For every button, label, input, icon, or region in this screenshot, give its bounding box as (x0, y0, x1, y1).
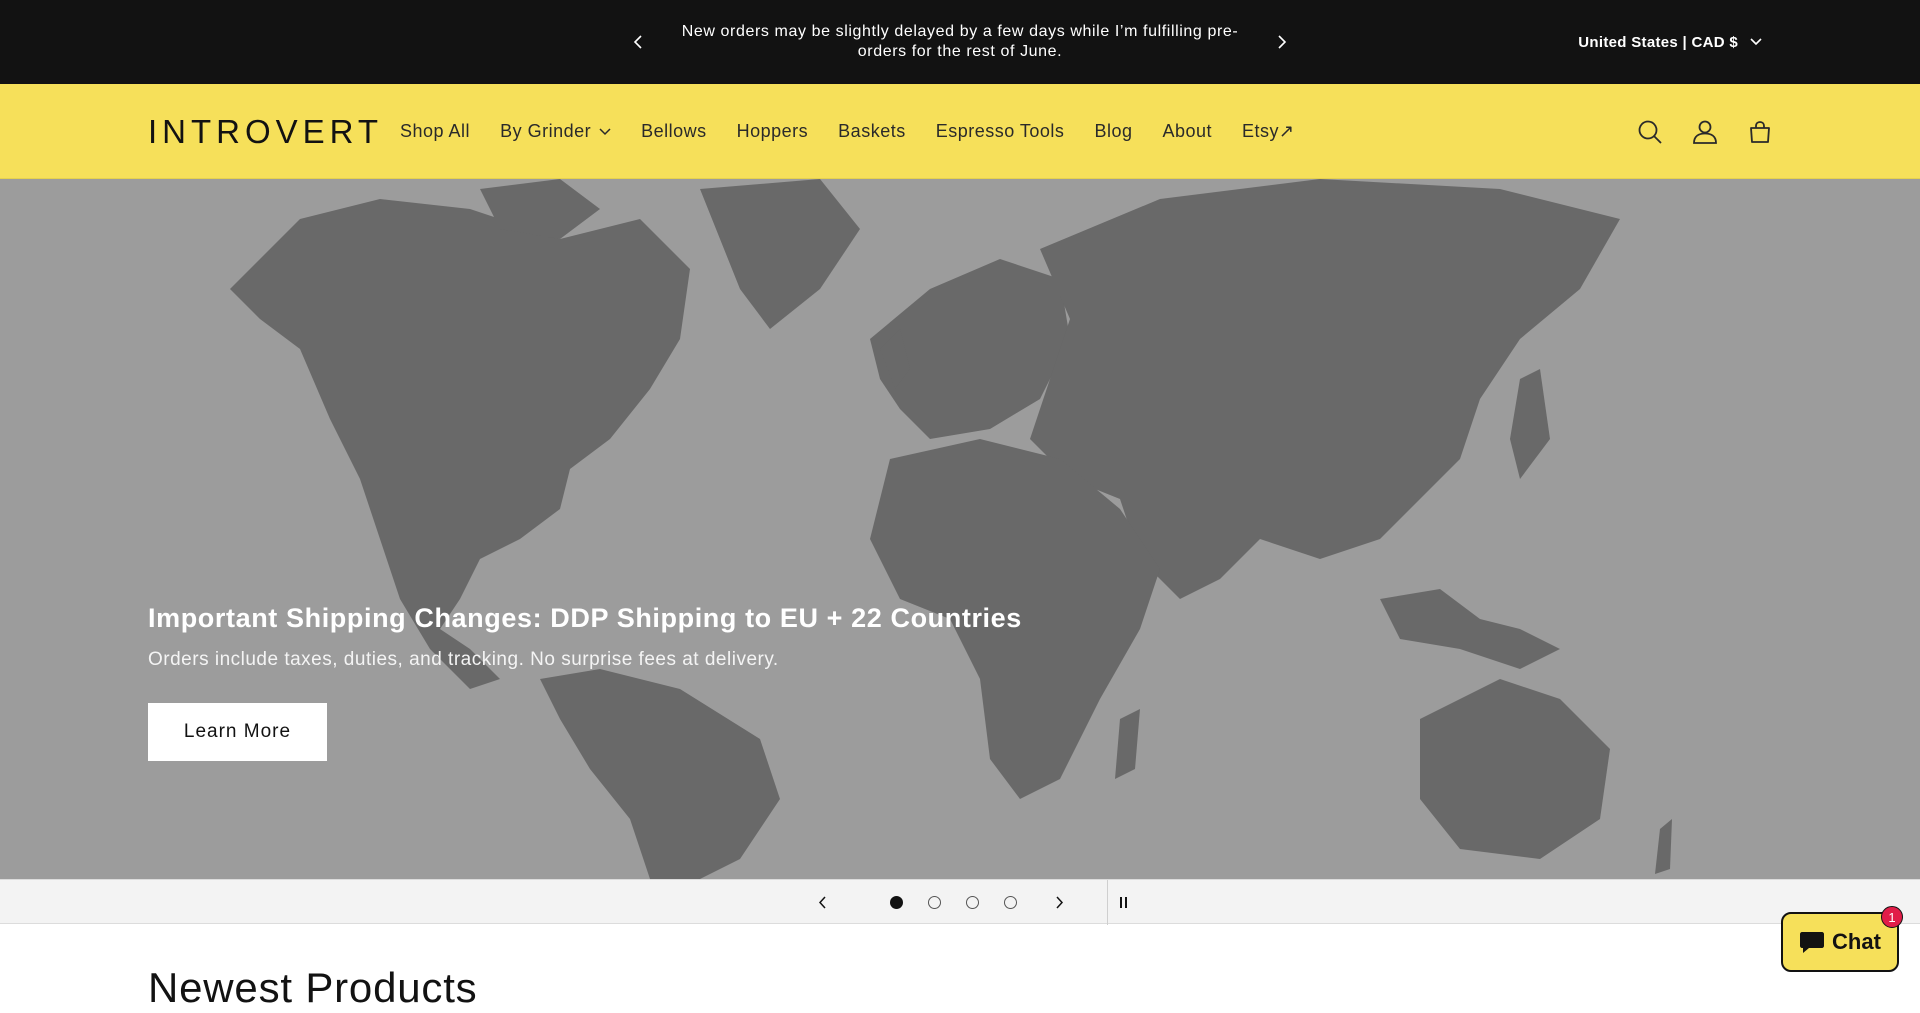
announcement-slider: New orders may be slightly delayed by a … (620, 0, 1300, 84)
slide-dot-2[interactable] (928, 896, 941, 909)
cart-button[interactable] (1739, 110, 1780, 154)
slideshow-controls (0, 879, 1920, 925)
nav-item-label: Baskets (838, 121, 906, 141)
account-icon (1692, 120, 1717, 144)
nav-item-label: Shop All (400, 121, 471, 141)
world-map-image (230, 179, 1672, 879)
pause-icon (1124, 897, 1127, 908)
search-icon (1638, 120, 1662, 144)
chevron-left-icon (818, 896, 826, 909)
cart-icon (1749, 120, 1770, 143)
nav-item-hoppers[interactable]: Hoppers (722, 112, 824, 152)
slide-dot-3[interactable] (966, 896, 979, 909)
nav-item-by-grinder[interactable]: By Grinder (485, 112, 626, 152)
nav-item-espresso-tools[interactable]: Espresso Tools (921, 112, 1080, 152)
announcement-bar: New orders may be slightly delayed by a … (0, 0, 1920, 84)
nav-item-label: Blog (1094, 121, 1133, 141)
slide-dot-4[interactable] (1004, 896, 1017, 909)
chevron-right-icon (1055, 896, 1063, 909)
slide-dots (844, 896, 1037, 909)
hero-content: Important Shipping Changes: DDP Shipping… (148, 599, 1048, 761)
site-logo[interactable]: INTROVERT (148, 112, 383, 152)
nav-item-label: Espresso Tools (935, 121, 1065, 141)
announcement-text: New orders may be slightly delayed by a … (681, 23, 1239, 60)
learn-more-button[interactable]: Learn More (148, 703, 327, 761)
newest-products-heading: Newest Products (148, 964, 478, 1011)
nav-item-label: By Grinder (500, 121, 592, 141)
hero-title: Important Shipping Changes: DDP Shipping… (148, 603, 1022, 633)
nav-item-blog[interactable]: Blog (1079, 112, 1147, 152)
country-currency-label: United States | CAD $ (1578, 33, 1738, 51)
main-nav: Shop All By Grinder Bellows Hoppers Bask… (385, 84, 1310, 179)
slide-dot-1[interactable] (890, 896, 903, 909)
nav-item-label: Bellows (641, 121, 707, 141)
chevron-down-icon (1750, 38, 1762, 46)
slideshow-controls-inner (800, 880, 1138, 925)
slide-next-button[interactable] (1037, 881, 1081, 925)
slide-prev-button[interactable] (800, 881, 844, 925)
announcement-next-button[interactable] (1264, 24, 1300, 60)
chevron-right-icon (1278, 35, 1287, 49)
nav-item-label: Etsy↗ (1242, 121, 1295, 141)
announcement-prev-button[interactable] (620, 24, 656, 60)
nav-item-baskets[interactable]: Baskets (823, 112, 921, 152)
search-button[interactable] (1629, 110, 1670, 154)
site-header: INTROVERT Shop All By Grinder Bellows Ho… (0, 84, 1920, 179)
nav-item-shop-all[interactable]: Shop All (385, 112, 485, 152)
nav-item-label: Hoppers (736, 121, 809, 141)
country-currency-selector[interactable]: United States | CAD $ (1578, 0, 1762, 84)
hero-subtitle: Orders include taxes, duties, and tracki… (148, 649, 779, 670)
nav-item-bellows[interactable]: Bellows (626, 112, 722, 152)
pause-icon (1119, 897, 1122, 908)
chat-icon (1800, 932, 1825, 953)
hero-slideshow: Important Shipping Changes: DDP Shipping… (0, 179, 1920, 879)
nav-item-label: About (1162, 121, 1213, 141)
nav-item-about[interactable]: About (1147, 112, 1227, 152)
chat-label: Chat (1832, 929, 1881, 954)
chevron-down-icon (599, 127, 611, 135)
header-icons (1629, 84, 1780, 179)
chevron-left-icon (633, 35, 642, 49)
chat-notification-badge: 1 (1881, 906, 1903, 928)
slide-pause-button[interactable] (1108, 881, 1138, 925)
account-button[interactable] (1684, 110, 1725, 154)
nav-item-etsy[interactable]: Etsy↗ (1227, 112, 1310, 152)
chat-button[interactable]: Chat 1 (1781, 906, 1903, 972)
